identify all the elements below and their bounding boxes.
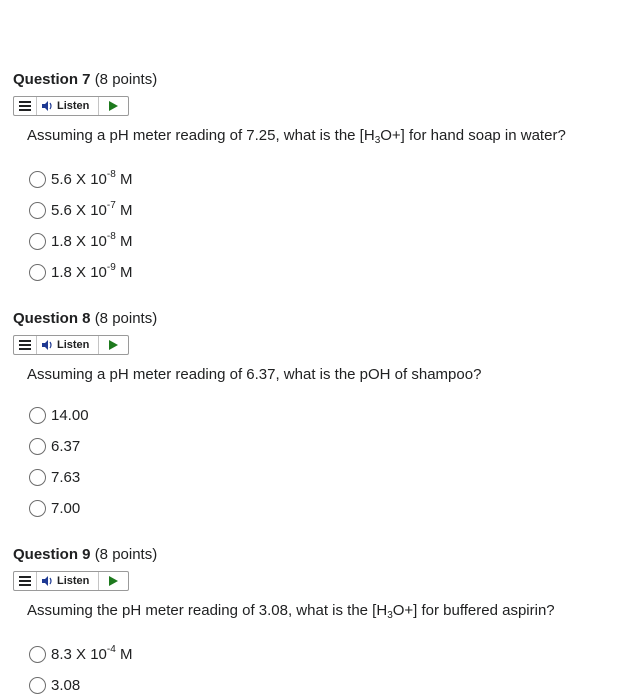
answer-option[interactable]: 3.08 — [29, 675, 80, 695]
menu-icon — [19, 101, 31, 111]
speaker-icon — [42, 340, 52, 350]
prompt-text-end: O+] for buffered aspirin? — [392, 602, 555, 619]
listen-button[interactable]: Listen — [37, 572, 99, 590]
radio-button[interactable] — [29, 676, 46, 694]
answer-option[interactable]: 1.8 X 10-8 M — [29, 231, 132, 251]
question-9: Question 9 (8 points) Listen Assuming th… — [13, 546, 613, 694]
option-label: 1.8 X 10-8 M — [51, 230, 133, 250]
prompt-text-end: O+] for hand soap in water? — [380, 127, 566, 144]
play-button[interactable] — [99, 336, 128, 354]
radio-button[interactable] — [29, 468, 46, 486]
option-label: 5.6 X 10-7 M — [51, 199, 133, 219]
option-label: 7.00 — [51, 499, 81, 517]
listen-label: Listen — [57, 100, 90, 112]
listen-label: Listen — [57, 575, 90, 587]
listen-label: Listen — [57, 339, 90, 351]
radio-button[interactable] — [29, 406, 46, 424]
listen-toolbar: Listen — [13, 571, 129, 591]
question-title: Question 8 (8 points) — [13, 310, 613, 328]
option-label: 6.37 — [51, 437, 81, 455]
answer-option[interactable]: 6.37 — [29, 436, 80, 456]
radio-button[interactable] — [29, 499, 46, 517]
listen-toolbar: Listen — [13, 96, 129, 116]
answer-option[interactable]: 14.00 — [29, 405, 89, 425]
question-points: (8 points) — [94, 546, 158, 563]
question-title: Question 9 (8 points) — [13, 546, 613, 564]
answer-option[interactable]: 8.3 X 10-4 M — [29, 644, 132, 664]
menu-button[interactable] — [14, 97, 37, 115]
play-icon — [109, 101, 118, 111]
question-number: Question 8 — [13, 310, 91, 327]
option-label: 7.63 — [51, 468, 81, 486]
listen-toolbar: Listen — [13, 335, 129, 355]
radio-button[interactable] — [29, 201, 46, 219]
radio-button[interactable] — [29, 645, 46, 663]
option-label: 3.08 — [51, 676, 81, 694]
listen-button[interactable]: Listen — [37, 336, 99, 354]
question-points: (8 points) — [94, 71, 158, 88]
radio-button[interactable] — [29, 437, 46, 455]
menu-icon — [19, 340, 31, 350]
answer-option[interactable]: 7.63 — [29, 467, 80, 487]
question-8: Question 8 (8 points) Listen Assuming a … — [13, 310, 613, 517]
radio-button[interactable] — [29, 263, 46, 281]
play-button[interactable] — [99, 97, 128, 115]
option-label: 1.8 X 10-9 M — [51, 261, 133, 281]
question-number: Question 9 — [13, 546, 91, 563]
question-number: Question 7 — [13, 71, 91, 88]
question-prompt: Assuming a pH meter reading of 6.37, wha… — [27, 366, 482, 383]
menu-button[interactable] — [14, 336, 37, 354]
play-button[interactable] — [99, 572, 128, 590]
option-label: 5.6 X 10-8 M — [51, 168, 133, 188]
prompt-text: Assuming the pH meter reading of 3.08, w… — [27, 602, 388, 619]
answer-option[interactable]: 5.6 X 10-8 M — [29, 169, 132, 189]
speaker-icon — [42, 101, 52, 111]
play-icon — [109, 576, 118, 586]
radio-button[interactable] — [29, 170, 46, 188]
menu-icon — [19, 576, 31, 586]
question-7: Question 7 (8 points) Listen Assuming a … — [13, 71, 613, 281]
option-label: 14.00 — [51, 406, 89, 424]
listen-button[interactable]: Listen — [37, 97, 99, 115]
prompt-text: Assuming a pH meter reading of 7.25, wha… — [27, 127, 375, 144]
question-title: Question 7 (8 points) — [13, 71, 613, 89]
speaker-icon — [42, 576, 52, 586]
radio-button[interactable] — [29, 232, 46, 250]
menu-button[interactable] — [14, 572, 37, 590]
option-label: 8.3 X 10-4 M — [51, 643, 133, 663]
answer-option[interactable]: 1.8 X 10-9 M — [29, 262, 132, 282]
question-prompt: Assuming a pH meter reading of 7.25, wha… — [27, 126, 566, 146]
question-points: (8 points) — [94, 310, 158, 327]
question-prompt: Assuming the pH meter reading of 3.08, w… — [27, 601, 555, 621]
answer-option[interactable]: 7.00 — [29, 498, 80, 518]
play-icon — [109, 340, 118, 350]
answer-option[interactable]: 5.6 X 10-7 M — [29, 200, 132, 220]
